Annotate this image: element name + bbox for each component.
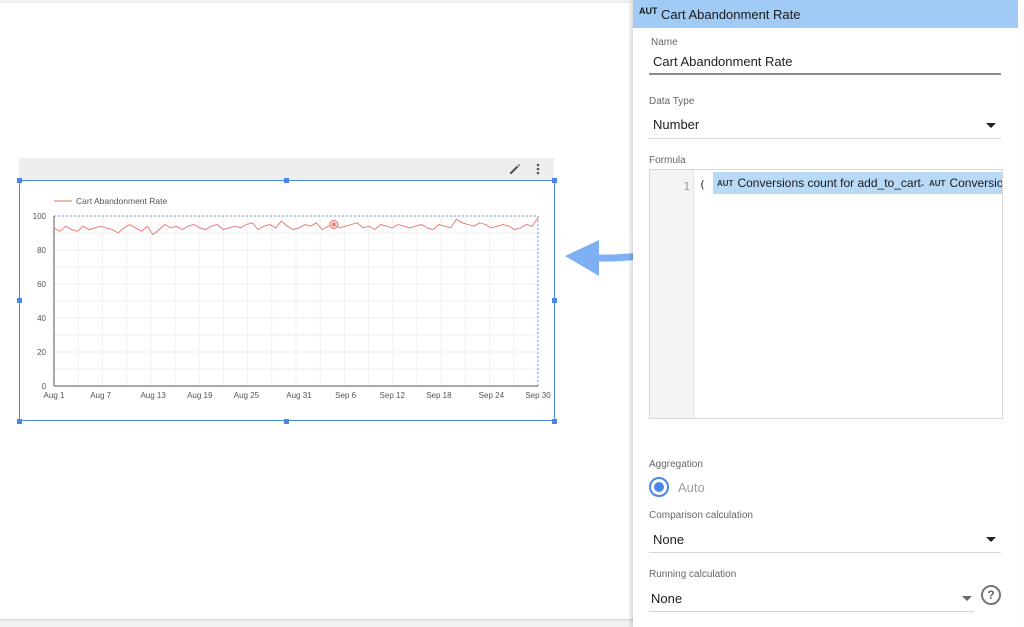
help-icon[interactable]: ? (981, 585, 1001, 605)
formula-editor[interactable]: 1 ( ( AUT Conversions count for add_to_ca… (649, 169, 1003, 419)
comparison-dropdown-icon[interactable] (986, 537, 996, 542)
comparison-select[interactable]: None (653, 532, 684, 547)
resize-handle-s[interactable] (284, 419, 289, 424)
name-input-underline (649, 73, 1001, 75)
resize-handle-sw[interactable] (17, 419, 22, 424)
x-tick-label: Aug 13 (140, 391, 166, 400)
formula-field-chip[interactable]: AUTConversion (925, 172, 1003, 194)
chart-plot: 0 20 40 60 80 100 Aug 1 Aug 7 Aug 13 Aug 19 Aug 25… (33, 196, 552, 400)
x-tick-label: Aug 1 (44, 391, 65, 400)
resize-handle-se[interactable] (552, 419, 557, 424)
aggregation-value: Auto (678, 480, 705, 495)
data-type-label: Data Type (649, 96, 695, 107)
aggregation-radio[interactable] (649, 477, 669, 497)
running-label: Running calculation (649, 569, 737, 580)
resize-handle-nw[interactable] (17, 178, 22, 183)
resize-handle-n[interactable] (284, 178, 289, 183)
name-input[interactable]: Cart Abandonment Rate (653, 54, 792, 69)
data-type-select[interactable]: Number (653, 117, 699, 132)
running-select[interactable]: None (651, 591, 682, 606)
comparison-label: Comparison calculation (649, 510, 753, 521)
field-editor-panel: AUT Cart Abandonment Rate Name Cart Aban… (633, 0, 1018, 627)
chart-toolbar (19, 158, 554, 180)
aut-badge-icon: AUT (639, 6, 658, 16)
comparison-underline (649, 552, 1001, 553)
y-tick-label: 40 (37, 314, 46, 323)
y-tick-label: 20 (37, 348, 46, 357)
time-series-chart[interactable]: 0 20 40 60 80 100 Aug 1 Aug 7 Aug 13 Aug 19 Aug 25… (19, 180, 555, 421)
pencil-icon[interactable] (508, 162, 522, 176)
x-tick-label: Aug 19 (187, 391, 213, 400)
highlighted-point (332, 222, 336, 227)
radio-dot (654, 482, 664, 492)
formula-label: Formula (649, 155, 686, 166)
panel-title: Cart Abandonment Rate (661, 7, 801, 22)
x-tick-label: Sep 24 (479, 391, 505, 400)
x-tick-label: Aug 25 (234, 391, 260, 400)
x-tick-label: Sep 12 (380, 391, 406, 400)
data-type-underline (649, 138, 1001, 139)
x-tick-label: Sep 6 (335, 391, 356, 400)
running-underline (649, 611, 974, 612)
aut-badge-icon: AUT (717, 179, 734, 188)
x-tick-label: Aug 7 (90, 391, 111, 400)
more-vertical-icon[interactable] (531, 162, 545, 176)
panel-header: AUT Cart Abandonment Rate (633, 0, 1018, 28)
x-tick-label: Sep 30 (525, 391, 551, 400)
resize-handle-e[interactable] (552, 298, 557, 303)
line-number: 1 (683, 180, 690, 193)
formula-chip-label: Conversions count for add_to_cart (737, 176, 921, 190)
formula-chip-label: Conversion (949, 176, 1003, 190)
formula-gutter: 1 (650, 170, 694, 418)
y-tick-label: 80 (37, 246, 46, 255)
y-tick-label: 0 (42, 382, 47, 391)
resize-handle-ne[interactable] (552, 178, 557, 183)
data-type-dropdown-icon[interactable] (986, 123, 996, 128)
y-tick-label: 60 (37, 280, 46, 289)
formula-field-chip[interactable]: AUT Conversions count for add_to_cart (713, 172, 925, 194)
legend-label: Cart Abandonment Rate (76, 196, 167, 206)
running-dropdown-icon[interactable] (962, 596, 972, 601)
aggregation-label: Aggregation (649, 459, 703, 470)
y-tick-label: 100 (33, 212, 47, 221)
x-tick-label: Aug 31 (286, 391, 312, 400)
x-tick-label: Sep 18 (426, 391, 452, 400)
aut-badge-icon: AUT (929, 179, 946, 188)
name-label: Name (651, 37, 678, 48)
resize-handle-w[interactable] (17, 298, 22, 303)
